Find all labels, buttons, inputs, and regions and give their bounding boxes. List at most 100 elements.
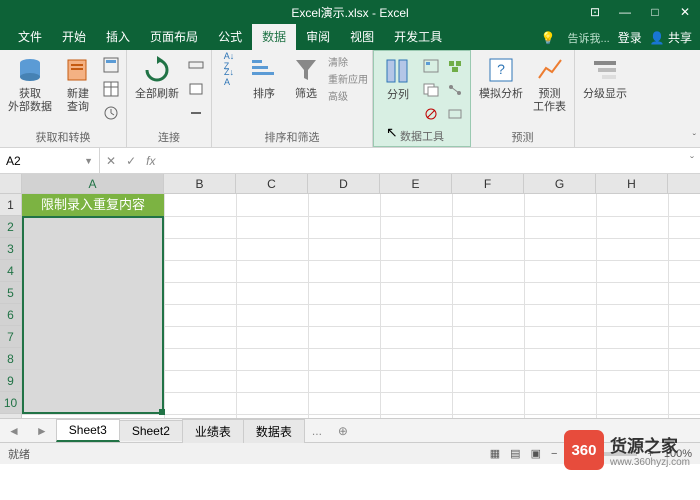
- whatif-button[interactable]: ? 模拟分析: [475, 52, 527, 103]
- col-header-e[interactable]: E: [380, 174, 452, 193]
- funnel-icon: [290, 54, 322, 86]
- tab-review[interactable]: 审阅: [296, 24, 340, 50]
- edit-links-button[interactable]: [185, 102, 207, 124]
- group-connections: 全部刷新 连接: [127, 50, 212, 147]
- reapply-button[interactable]: 重新应用: [328, 71, 368, 86]
- data-validation-button[interactable]: [420, 103, 442, 125]
- flash-fill-button[interactable]: [420, 55, 442, 77]
- zoom-out-button[interactable]: −: [551, 448, 557, 460]
- database-icon: [14, 54, 46, 86]
- advanced-filter-button[interactable]: 高级: [328, 88, 368, 103]
- group-outline: 分级显示: [575, 50, 635, 147]
- sort-desc-button[interactable]: Z↓A: [216, 70, 242, 84]
- cancel-icon[interactable]: ✕: [106, 154, 116, 168]
- recent-sources-button[interactable]: [100, 102, 122, 124]
- connections-button[interactable]: [185, 54, 207, 76]
- manage-model-button[interactable]: [444, 103, 466, 125]
- col-header-d[interactable]: D: [308, 174, 380, 193]
- col-header-c[interactable]: C: [236, 174, 308, 193]
- maximize-icon[interactable]: □: [640, 5, 670, 19]
- cell-a1[interactable]: 限制录入重复内容: [22, 194, 164, 216]
- sheet-tab[interactable]: 业绩表: [182, 419, 244, 443]
- new-sheet-button[interactable]: ⊕: [330, 424, 356, 438]
- row-header[interactable]: 9: [0, 370, 21, 392]
- select-all-corner[interactable]: [0, 174, 22, 193]
- ribbon-options-icon[interactable]: ⊡: [580, 5, 610, 19]
- watermark-text: 货源之家: [610, 432, 690, 457]
- formula-bar-row: A2 ▼ ✕ ✓ fx ˇ: [0, 148, 700, 174]
- grid: A B C D E F G H 1 2 3 4 5 6 7 8 9 10 限制录…: [0, 174, 700, 418]
- sheet-nav-prev[interactable]: ◄: [0, 424, 28, 438]
- tab-data[interactable]: 数据: [252, 24, 296, 50]
- view-normal-icon[interactable]: ▦: [490, 447, 500, 460]
- fill-handle[interactable]: [159, 409, 165, 415]
- login-button[interactable]: 登录: [618, 29, 642, 46]
- sort-icon: [248, 54, 280, 86]
- row-header[interactable]: 5: [0, 282, 21, 304]
- forecast-icon: [534, 54, 566, 86]
- col-header-h[interactable]: H: [596, 174, 668, 193]
- view-layout-icon[interactable]: ▤: [510, 447, 520, 460]
- tab-layout[interactable]: 页面布局: [140, 24, 208, 50]
- expand-bar-icon[interactable]: ˇ: [690, 154, 694, 168]
- sheet-tab[interactable]: 数据表: [243, 419, 305, 443]
- watermark-badge: 360: [564, 430, 604, 470]
- sheet-tab[interactable]: Sheet2: [119, 420, 183, 441]
- text-to-columns-button[interactable]: 分列: [378, 53, 418, 104]
- col-header-f[interactable]: F: [452, 174, 524, 193]
- row-header[interactable]: 4: [0, 260, 21, 282]
- tab-file[interactable]: 文件: [8, 24, 52, 50]
- row-header[interactable]: 7: [0, 326, 21, 348]
- view-break-icon[interactable]: ▣: [531, 447, 541, 460]
- new-query-button[interactable]: 新建 查询: [58, 52, 98, 116]
- group-forecast: ? 模拟分析 预测 工作表 预测: [471, 50, 575, 147]
- enter-icon[interactable]: ✓: [126, 154, 136, 168]
- name-box[interactable]: A2 ▼: [0, 148, 100, 173]
- from-table-button[interactable]: [100, 78, 122, 100]
- row-header[interactable]: 10: [0, 392, 21, 414]
- tab-formulas[interactable]: 公式: [208, 24, 252, 50]
- outline-button[interactable]: 分级显示: [579, 52, 631, 103]
- minimize-icon[interactable]: —: [610, 5, 640, 19]
- row-header[interactable]: 1: [0, 194, 21, 216]
- row-header[interactable]: 8: [0, 348, 21, 370]
- clear-filter-button[interactable]: 清除: [328, 54, 368, 69]
- row-header[interactable]: 6: [0, 304, 21, 326]
- show-queries-button[interactable]: [100, 54, 122, 76]
- relationships-button[interactable]: [444, 79, 466, 101]
- share-button[interactable]: 👤 共享: [650, 29, 692, 46]
- group-get-transform: 获取 外部数据 新建 查询 获取和转换: [0, 50, 127, 147]
- fx-icon[interactable]: fx: [146, 154, 155, 168]
- formula-input[interactable]: [165, 153, 680, 168]
- tab-view[interactable]: 视图: [340, 24, 384, 50]
- chevron-down-icon[interactable]: ▼: [84, 156, 93, 166]
- get-external-data-button[interactable]: 获取 外部数据: [4, 52, 56, 116]
- col-header-g[interactable]: G: [524, 174, 596, 193]
- row-header[interactable]: 3: [0, 238, 21, 260]
- row-header[interactable]: 2: [0, 216, 21, 238]
- close-icon[interactable]: ✕: [670, 5, 700, 19]
- consolidate-button[interactable]: [444, 55, 466, 77]
- sheet-nav-next[interactable]: ►: [28, 424, 56, 438]
- refresh-all-button[interactable]: 全部刷新: [131, 52, 183, 103]
- forecast-sheet-button[interactable]: 预测 工作表: [529, 52, 570, 116]
- remove-duplicates-button[interactable]: [420, 79, 442, 101]
- filter-button[interactable]: 筛选: [286, 52, 326, 103]
- tab-insert[interactable]: 插入: [96, 24, 140, 50]
- ribbon-tabs: 文件 开始 插入 页面布局 公式 数据 审阅 视图 开发工具 💡 告诉我... …: [0, 24, 700, 50]
- whatif-icon: ?: [485, 54, 517, 86]
- col-header-a[interactable]: A: [22, 174, 164, 193]
- tell-me-input[interactable]: 告诉我...: [568, 30, 610, 46]
- sort-asc-button[interactable]: A↓Z: [216, 54, 242, 68]
- tab-developer[interactable]: 开发工具: [384, 24, 452, 50]
- outline-icon: [589, 54, 621, 86]
- group-sort-filter: A↓Z Z↓A 排序 筛选 清除 重新应用 高级 排序和筛选: [212, 50, 373, 147]
- properties-button[interactable]: [185, 78, 207, 100]
- col-header-b[interactable]: B: [164, 174, 236, 193]
- sort-button[interactable]: 排序: [244, 52, 284, 103]
- collapse-ribbon-icon[interactable]: ˇ: [693, 133, 696, 144]
- cells-area[interactable]: 限制录入重复内容: [22, 194, 700, 418]
- tab-home[interactable]: 开始: [52, 24, 96, 50]
- sheet-tab[interactable]: Sheet3: [56, 419, 120, 442]
- sheet-more-button[interactable]: ...: [304, 424, 330, 438]
